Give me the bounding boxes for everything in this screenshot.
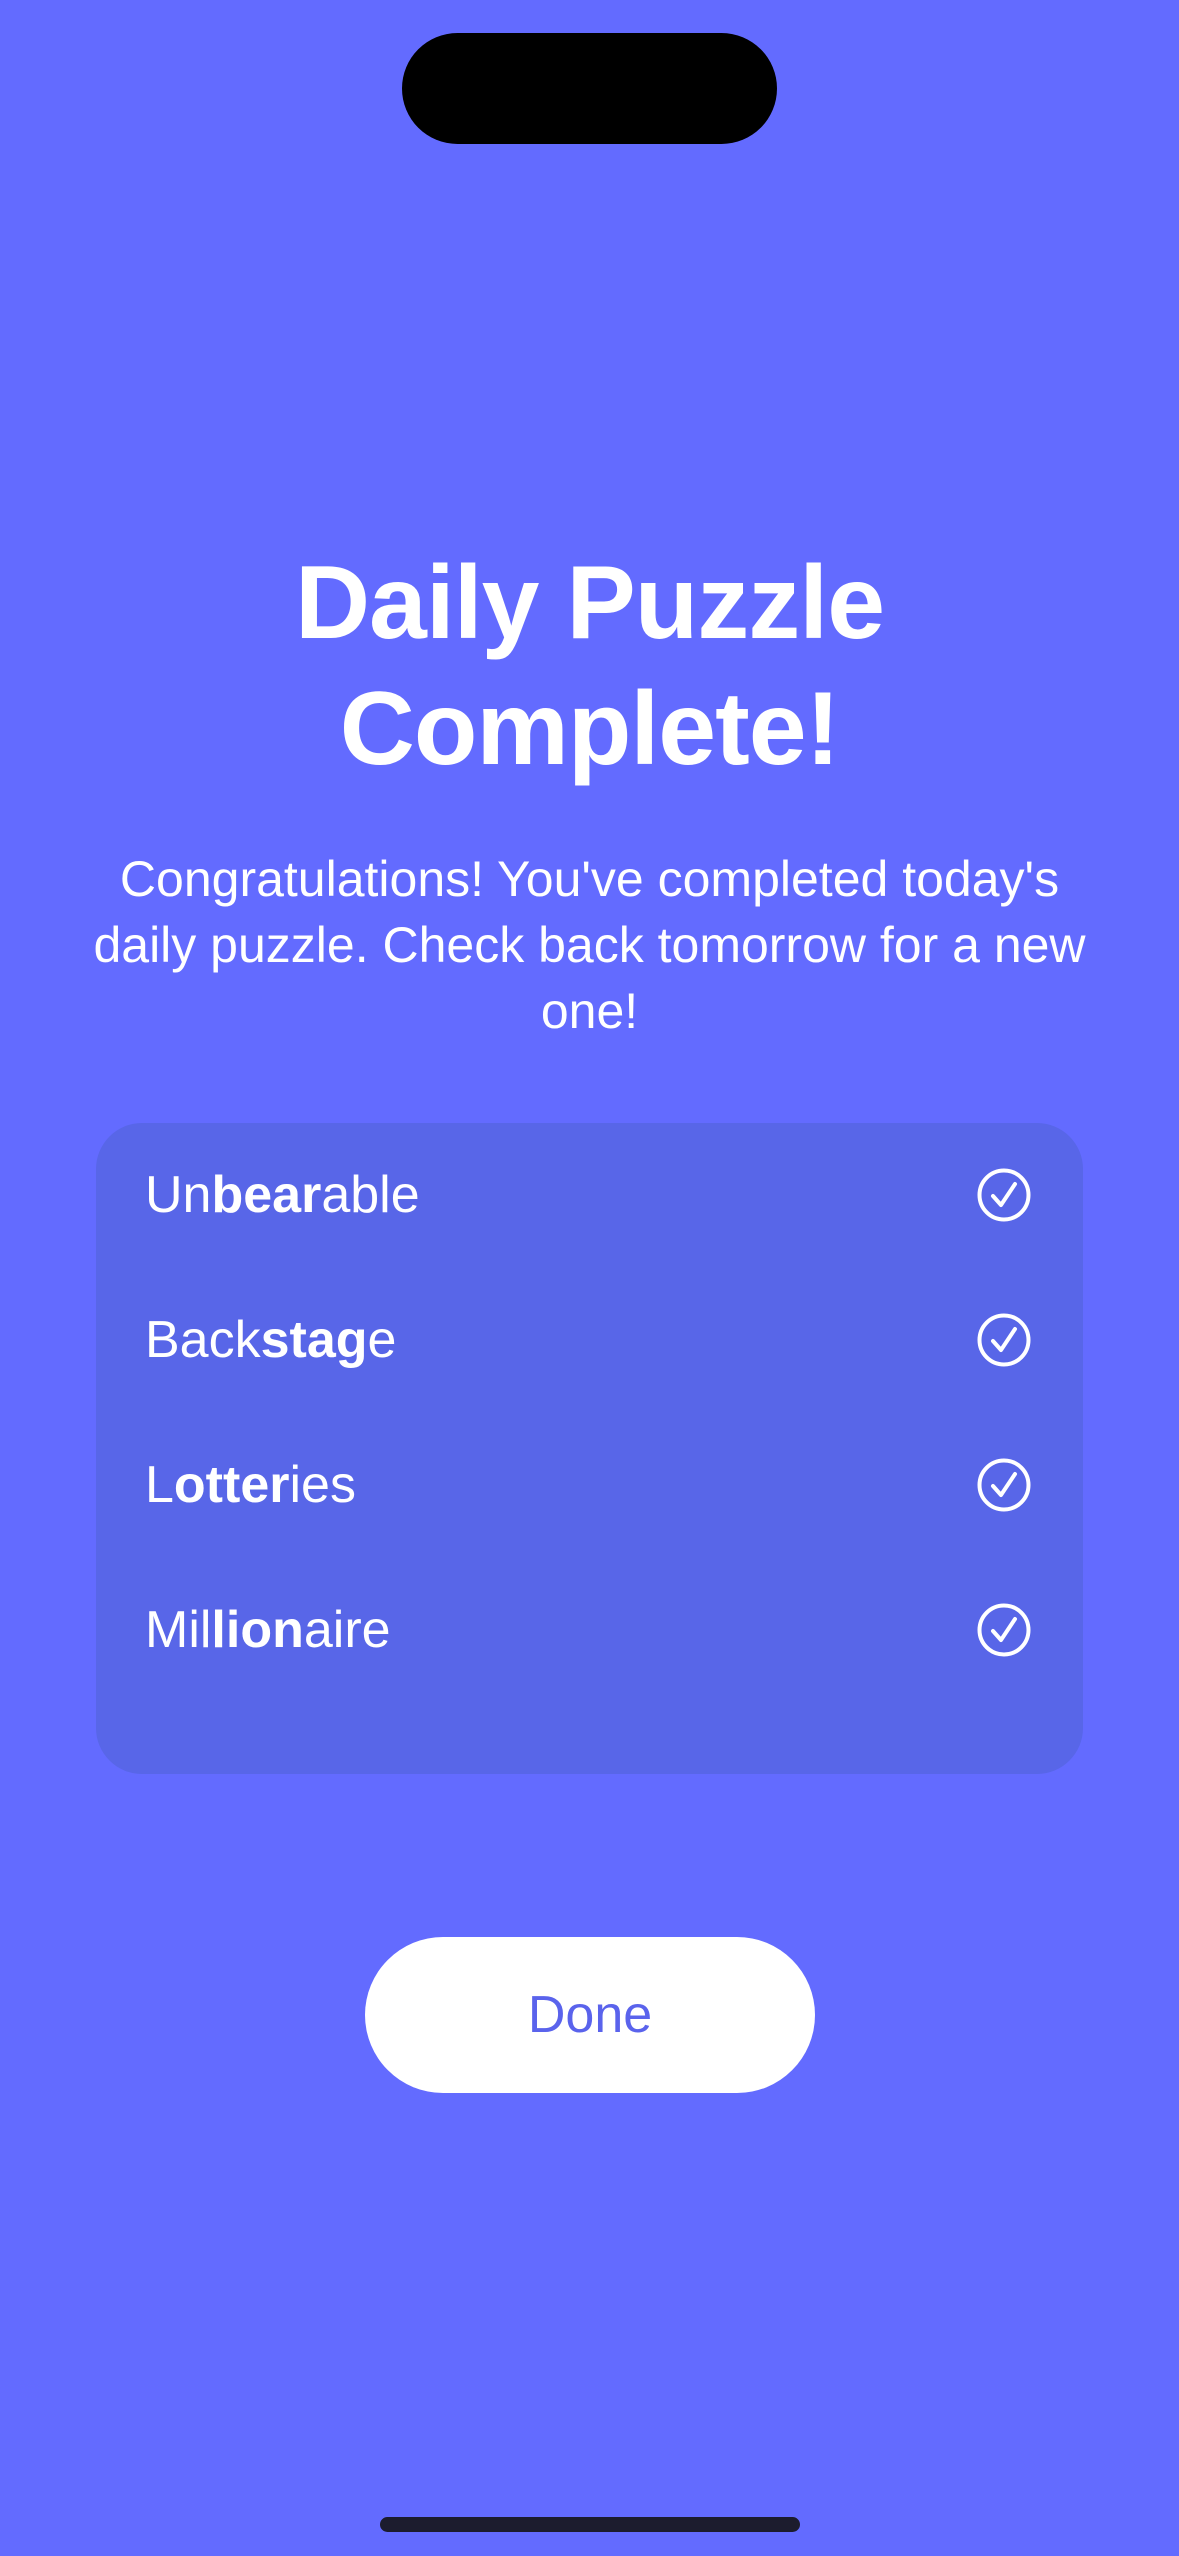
- word-hidden-part: bear: [211, 1166, 322, 1224]
- checkmark-circle-icon: [977, 1458, 1031, 1512]
- word-label: Backstage: [145, 1304, 396, 1376]
- completion-message: Congratulations! You've completed today'…: [93, 851, 1086, 1039]
- word-prefix: L: [145, 1456, 174, 1514]
- checkmark-circle-icon: [977, 1168, 1031, 1222]
- solved-words-card: Unbearable Backstage Lotteries Millionai…: [96, 1123, 1083, 1774]
- checkmark-circle-icon: [977, 1313, 1031, 1367]
- home-indicator[interactable]: [380, 2517, 800, 2532]
- word-prefix: Un: [145, 1166, 212, 1224]
- word-prefix: Back: [145, 1311, 261, 1369]
- word-hidden-part: otter: [173, 1456, 290, 1514]
- dynamic-island: [402, 33, 777, 144]
- word-label: Unbearable: [145, 1159, 420, 1231]
- word-label: Millionaire: [145, 1594, 391, 1666]
- word-row-lotteries: Lotteries: [96, 1413, 1083, 1558]
- word-hidden-part: stag: [260, 1311, 368, 1369]
- word-row-unbearable: Unbearable: [96, 1123, 1083, 1268]
- word-label: Lotteries: [145, 1449, 356, 1521]
- word-suffix: ies: [289, 1456, 356, 1514]
- word-suffix: able: [321, 1166, 420, 1224]
- word-suffix: aire: [303, 1601, 391, 1659]
- done-button[interactable]: Done: [365, 1937, 815, 2093]
- title-line-1: Daily Puzzle: [294, 545, 885, 661]
- word-hidden-part: lion: [211, 1601, 304, 1659]
- title-line-2: Complete!: [339, 671, 840, 787]
- page-title: Daily Puzzle Complete!: [0, 540, 1179, 792]
- word-suffix: e: [367, 1311, 397, 1369]
- word-row-millionaire: Millionaire: [96, 1558, 1083, 1703]
- word-row-backstage: Backstage: [96, 1268, 1083, 1413]
- word-prefix: Mil: [145, 1601, 212, 1659]
- checkmark-circle-icon: [977, 1603, 1031, 1657]
